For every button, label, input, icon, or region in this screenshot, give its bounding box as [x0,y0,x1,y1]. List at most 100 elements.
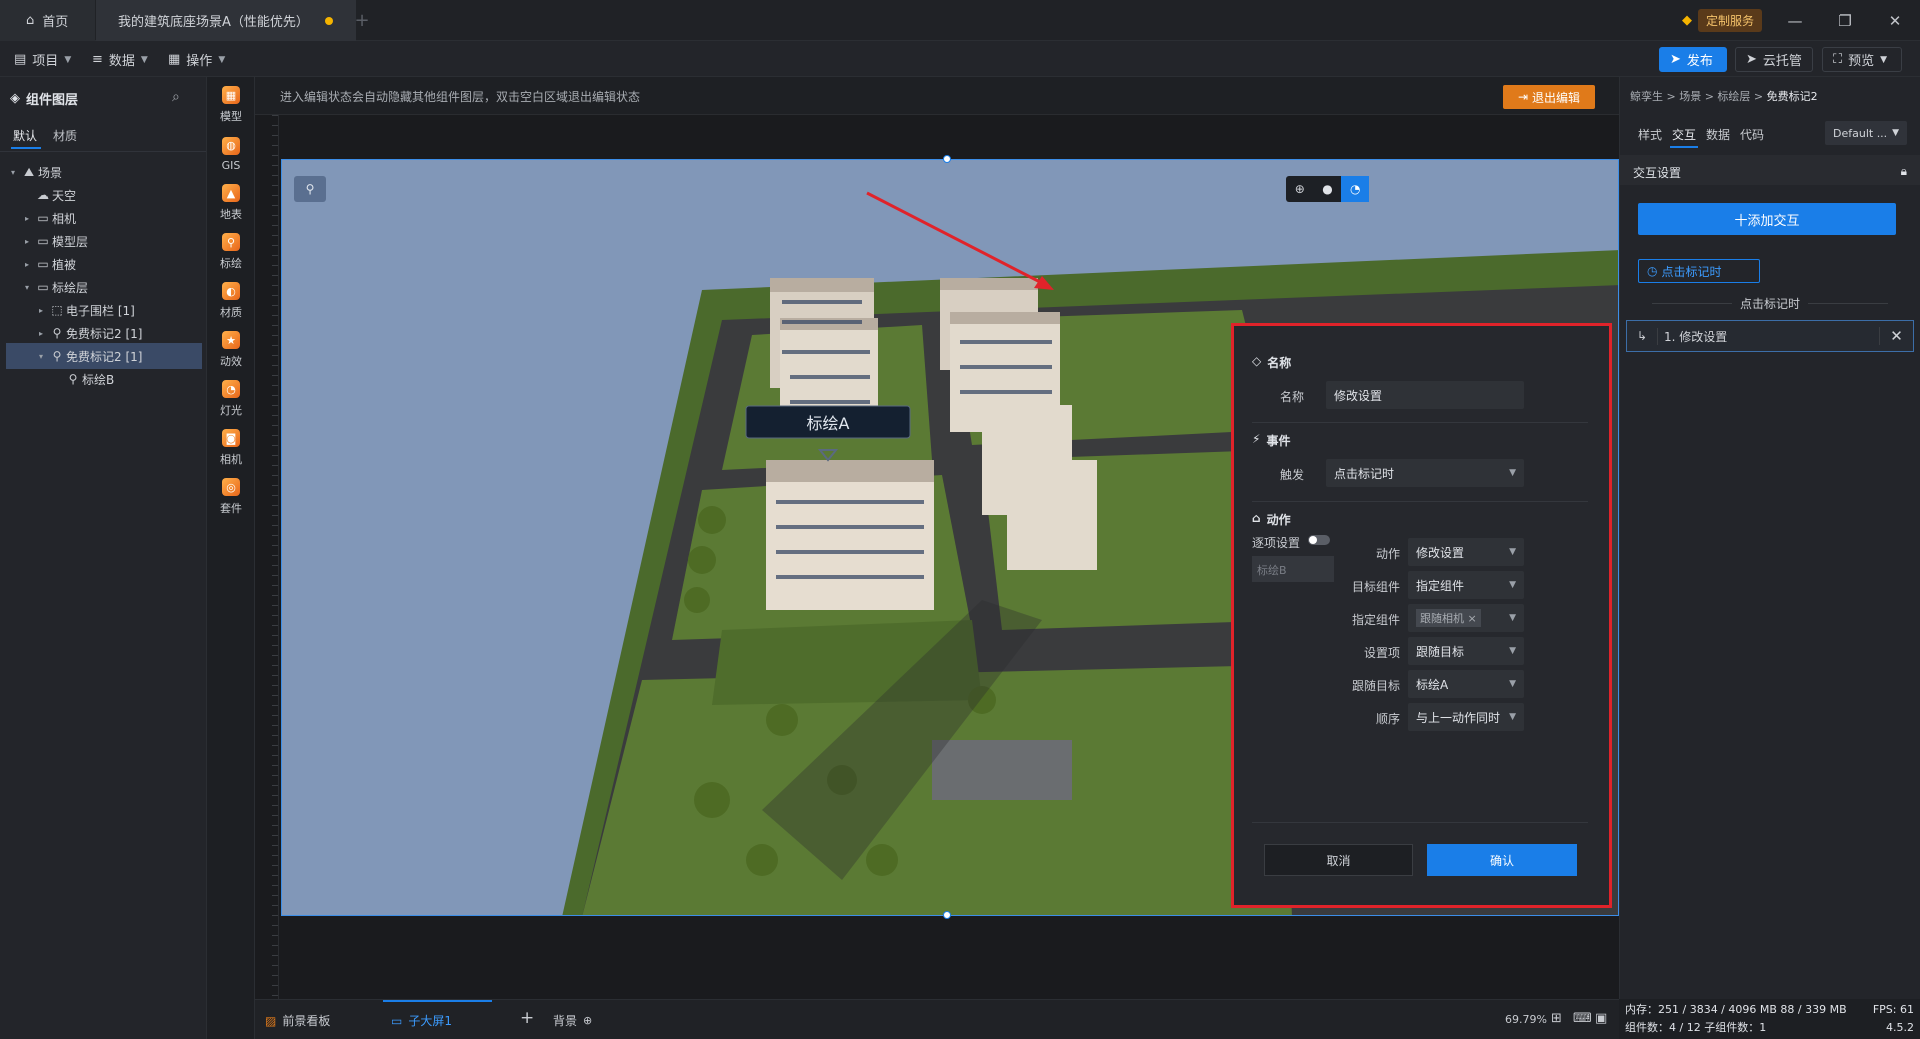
expand-toggle-icon[interactable]: ▸ [20,214,34,223]
restore-button[interactable]: ❐ [1820,0,1870,41]
menu-data[interactable]: ≡ 数据 ▼ [92,50,148,69]
tab-scene[interactable]: 我的建筑底座场景A（性能优先） [96,0,356,41]
terminal-icon[interactable]: ▣ [1595,1011,1607,1026]
lock-icon[interactable]: 🔒︎ [1901,164,1907,178]
tab-style[interactable]: 样式 [1638,126,1662,143]
action-row-select[interactable]: 标绘A ▼ [1408,670,1524,698]
tab-home-label: 首页 [42,15,69,30]
tool-material[interactable]: ◐ 材质 [207,273,255,329]
marker-click-event-tag[interactable]: ◷ 点击标记时 [1638,259,1760,283]
tree-item[interactable]: ⚲ 标绘B [6,366,202,392]
marker-label-a[interactable]: 标绘A [807,414,850,433]
tab-home[interactable]: ⌂ 首页 [0,0,95,41]
clock-icon[interactable]: ◔ [1341,176,1370,202]
fit-screen-icon[interactable]: ⊞ [1551,1011,1562,1026]
new-tab-button[interactable]: + [352,0,372,41]
tree-item-label: 模型层 [52,234,89,249]
add-interaction-button[interactable]: 十添加交互 [1638,203,1896,235]
tab-front-board[interactable]: ▨ 前景看板 [265,1012,330,1029]
diamond-icon: ◆ [1682,12,1692,28]
expand-toggle-icon[interactable]: ▾ [6,168,20,177]
minimize-button[interactable]: — [1770,0,1820,41]
tree-item-label: 标绘B [82,372,115,387]
menu-project[interactable]: ▤ 项目 ▼ [14,50,71,69]
expand-toggle-icon[interactable]: ▾ [34,352,48,361]
divider [1252,822,1588,823]
confirm-button[interactable]: 确认 [1427,844,1577,876]
publish-button[interactable]: ➤ 发布 [1659,47,1727,72]
tool-model[interactable]: ▦ 模型 [207,77,255,133]
fullscreen-icon: ⛶ [1833,52,1843,67]
search-icon[interactable]: ⌕ [172,89,180,105]
expand-toggle-icon[interactable]: ▸ [34,306,48,315]
tab-background[interactable]: 背景 ⊕ [553,1012,592,1029]
tool-camera[interactable]: ◙ 相机 [207,420,255,476]
event-section-title: ⚡ 事件 [1252,432,1290,449]
resize-handle-top[interactable] [943,155,951,163]
cloud-hosting-button[interactable]: ➤ 云托管 [1735,47,1813,72]
tab-code[interactable]: 代码 [1740,126,1764,143]
item-list-entry[interactable]: 标绘B [1252,556,1334,582]
location-pin-icon[interactable]: ⚲ [294,176,326,202]
action-row-select[interactable]: 与上一动作同时 ▼ [1408,703,1524,731]
tree-item-label: 标绘层 [52,280,89,295]
chevron-down-icon: ▼ [1509,613,1516,623]
breadcrumb: 鲸孪生 > 场景 > 标绘层 > 免费标记2 [1630,88,1818,104]
trigger-select[interactable]: 点击标记时 ▼ [1326,459,1524,487]
close-icon[interactable]: ✕ [1879,327,1913,345]
cancel-button[interactable]: 取消 [1264,844,1413,876]
send-icon: ➤ [1746,52,1757,67]
close-window-button[interactable]: ✕ [1870,0,1920,41]
layers-icon: ◈ [10,91,20,106]
unsaved-dot-icon [324,16,333,25]
tab-data[interactable]: 数据 [1706,126,1730,143]
tab-default[interactable]: 默认 [10,127,42,149]
breadcrumb-current: 免费标记2 [1766,90,1818,103]
tab-material[interactable]: 材质 [53,127,77,144]
action-list-item[interactable]: ↳ 1. 修改设置 ✕ [1626,320,1914,352]
keyboard-icon[interactable]: ⌨ [1573,1011,1592,1026]
chevron-down-icon: ▼ [1509,468,1516,478]
name-input[interactable]: 修改设置 [1326,381,1524,409]
home-icon: ⌂ [26,13,35,28]
chevron-down-icon: ▼ [1880,54,1888,65]
tool-kit[interactable]: ◎ 套件 [207,469,255,525]
custom-service-button[interactable]: ◆ 定制服务 [1682,8,1763,32]
menu-project-label: 项目 [32,54,59,69]
add-screen-button[interactable]: + [520,1008,534,1028]
send-icon: ➤ [1670,52,1681,67]
tool-effect[interactable]: ★ 动效 [207,322,255,378]
preview-button[interactable]: ⛶ 预览 ▼ [1822,47,1902,72]
menu-operation[interactable]: ▦ 操作 ▼ [168,50,225,69]
tool-plot[interactable]: ⚲ 标绘 [207,224,255,280]
breadcrumb-path: 鲸孪生 > 场景 > 标绘层 > [1630,90,1767,103]
tab-interaction[interactable]: 交互 [1669,126,1699,148]
chevron-down-icon: ▼ [1509,712,1516,722]
chevron-down-icon: ▼ [1509,580,1516,590]
component-count: 组件数：4 / 12 子组件数：1 [1625,1021,1767,1034]
expand-toggle-icon[interactable]: ▾ [20,283,34,292]
action-row-label: 设置项 [1363,646,1400,660]
tool-light[interactable]: ◔ 灯光 [207,371,255,427]
interaction-settings-header: 交互设置 🔒︎ [1620,155,1920,185]
layer-panel-title-text: 组件图层 [26,93,79,108]
add-circle-icon[interactable]: ⊕ [583,1014,592,1027]
fence-icon: ⬚ [51,303,63,317]
expand-toggle-icon[interactable]: ▸ [20,260,34,269]
circle-icon[interactable]: ● [1314,176,1342,202]
resize-handle-bottom[interactable] [943,911,951,919]
tool-gis[interactable]: ◍ GIS [207,126,255,182]
zoom-level[interactable]: 69.79% [1505,1013,1547,1026]
action-row-select[interactable]: 跟随相机 × ▼ [1408,604,1524,632]
item-setting-toggle[interactable] [1308,535,1330,545]
expand-toggle-icon[interactable]: ▸ [34,329,48,338]
tab-sub-screen[interactable]: ▭ 子大屏1 [383,1000,492,1029]
expand-toggle-icon[interactable]: ▸ [20,237,34,246]
action-row-select[interactable]: 跟随目标 ▼ [1408,637,1524,665]
default-select[interactable]: Default ... ▼ [1825,121,1907,145]
tool-terrain[interactable]: ▲ 地表 [207,175,255,231]
exit-edit-button[interactable]: ⇥ 退出编辑 [1503,85,1595,109]
action-row-select[interactable]: 修改设置 ▼ [1408,538,1524,566]
globe-icon[interactable]: ⊕ [1286,176,1314,202]
action-row-select[interactable]: 指定组件 ▼ [1408,571,1524,599]
